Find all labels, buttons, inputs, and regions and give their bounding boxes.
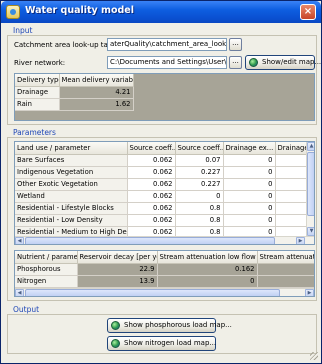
scroll-thumb[interactable] (25, 289, 280, 296)
title-bar[interactable]: Water quality model × (1, 1, 321, 23)
nutrient-name-cell[interactable]: Phosphorous (15, 263, 78, 276)
scroll-right-icon[interactable]: ▶ (305, 289, 314, 296)
scroll-thumb[interactable] (307, 152, 314, 216)
close-button[interactable]: × (300, 4, 316, 20)
table-cell[interactable]: 0 (223, 190, 276, 203)
globe-icon (249, 58, 258, 67)
scroll-right-icon[interactable]: ▶ (296, 237, 305, 244)
scroll-thumb[interactable] (25, 237, 275, 244)
table-cell[interactable]: 13.9 (77, 275, 158, 288)
nutrient-header[interactable]: Nutrient / parameter (15, 251, 78, 264)
table-cell[interactable]: 0.062 (127, 202, 176, 215)
delivery-type-cell[interactable]: Rain (15, 98, 60, 111)
table-cell[interactable]: 0.062 (127, 214, 176, 227)
delivery-type-header[interactable]: Delivery type (15, 74, 60, 87)
table-cell[interactable]: 0 (223, 214, 276, 227)
catchment-label: Catchment area look-up table: (14, 41, 121, 49)
table-cell[interactable]: 0.162 (157, 263, 258, 276)
table-row: Drainage 4.21 (15, 86, 134, 99)
scroll-left-icon[interactable]: ◀ (15, 237, 24, 244)
source-coeff-header[interactable]: Source coeff... (175, 142, 224, 155)
catchment-path-field[interactable]: aterQuality\catchment_area_lookup.dat (107, 38, 227, 51)
globe-icon (111, 339, 120, 348)
land-use-name-cell[interactable]: Residential - Lifestyle Blocks (15, 202, 128, 215)
table-cell[interactable]: 0 (223, 202, 276, 215)
table-row: Phosphorous 22.9 0.162 (15, 263, 314, 276)
window-title: Water quality model (25, 5, 134, 16)
land-use-name-cell[interactable]: Bare Surfaces (15, 154, 128, 167)
table-cell[interactable]: 0.07 (175, 154, 224, 167)
table-row: Residential - Low Density 0.062 0.8 0 (15, 214, 314, 227)
table-row: Nitrogen 13.9 0 (15, 275, 314, 288)
reservoir-decay-header[interactable]: Reservoir decay [per year] (77, 251, 158, 264)
table-row: Wetland 0.062 0 0 (15, 190, 314, 203)
show-phosphorous-map-label: Show phosphorous load map... (124, 321, 232, 329)
table-cell[interactable]: 0 (223, 166, 276, 179)
table-cell[interactable] (257, 263, 314, 276)
show-edit-map-label: Show/edit map... (262, 58, 322, 66)
stream-attenuation-low-header[interactable]: Stream attenuation low flow (157, 251, 258, 264)
stream-attenuation-high-header[interactable]: Stream attenuati (257, 251, 314, 264)
source-coeff-header[interactable]: Source coeff... (127, 142, 176, 155)
table-row: Indigenous Vegetation 0.062 0.227 0 (15, 166, 314, 179)
land-use-name-cell[interactable]: Residential - Low Density (15, 214, 128, 227)
river-network-label: River network: (14, 59, 66, 67)
table-cell[interactable] (257, 275, 314, 288)
catchment-browse-button[interactable]: ... (229, 38, 242, 51)
table-cell[interactable]: 0 (175, 190, 224, 203)
land-use-name-cell[interactable]: Indigenous Vegetation (15, 166, 128, 179)
show-edit-map-button[interactable]: Show/edit map... (245, 55, 321, 70)
river-network-browse-button[interactable]: ... (229, 56, 242, 69)
show-nitrogen-map-label: Show nitrogen load map... (124, 339, 217, 347)
table-cell[interactable]: 0.8 (175, 214, 224, 227)
table-cell[interactable]: 0.062 (127, 178, 176, 191)
show-phosphorous-map-button[interactable]: Show phosphorous load map... (107, 318, 232, 333)
show-nitrogen-map-button[interactable]: Show nitrogen load map... (107, 336, 216, 351)
scroll-left-icon[interactable]: ◀ (15, 289, 24, 296)
nutrient-grid: Nutrient / parameter Reservoir decay [pe… (14, 250, 315, 297)
table-row: Bare Surfaces 0.062 0.07 0 (15, 154, 314, 167)
delivery-value-cell[interactable]: 4.21 (59, 86, 134, 99)
table-cell[interactable]: 0 (157, 275, 258, 288)
nutrient-horizontal-scrollbar[interactable]: ◀ ▶ (15, 288, 314, 296)
input-section-label: Input (13, 26, 33, 35)
app-icon (6, 5, 20, 19)
scroll-up-icon[interactable]: ▲ (307, 142, 314, 151)
land-use-header[interactable]: Land use / parameter (15, 142, 128, 155)
table-cell[interactable]: 0.062 (127, 190, 176, 203)
delivery-type-cell[interactable]: Drainage (15, 86, 60, 99)
window: Water quality model × Input Catchment ar… (0, 0, 322, 364)
table-cell[interactable]: 0 (223, 154, 276, 167)
table-cell[interactable]: 0.227 (175, 166, 224, 179)
table-row: Residential - Lifestyle Blocks 0.062 0.8… (15, 202, 314, 215)
land-use-horizontal-scrollbar[interactable]: ◀ ▶ (15, 236, 314, 244)
table-row: Rain 1.62 (15, 98, 134, 111)
land-use-grid: Land use / parameter Source coeff... Sou… (14, 141, 315, 245)
river-network-path-field[interactable]: C:\Documents and Settings\User\My doc (107, 56, 227, 69)
mean-delivery-header[interactable]: Mean delivery variable (59, 74, 134, 87)
drainage-export-header[interactable]: Drainage ex... (223, 142, 276, 155)
parameters-section-label: Parameters (13, 128, 56, 137)
resize-grip[interactable] (310, 352, 318, 360)
table-cell[interactable]: 0.062 (127, 166, 176, 179)
globe-icon (111, 321, 120, 330)
table-cell[interactable]: 0.062 (127, 154, 176, 167)
land-use-vertical-scrollbar[interactable]: ▲ ▼ (306, 142, 314, 236)
land-use-name-cell[interactable]: Wetland (15, 190, 128, 203)
table-cell[interactable]: 0.227 (175, 178, 224, 191)
table-cell[interactable]: 0.8 (175, 202, 224, 215)
output-section-label: Output (13, 305, 40, 314)
delivery-grid: Delivery type Mean delivery variable Dra… (14, 73, 315, 121)
nutrient-name-cell[interactable]: Nitrogen (15, 275, 78, 288)
scroll-down-icon[interactable]: ▼ (307, 227, 314, 236)
table-cell[interactable]: 22.9 (77, 263, 158, 276)
table-row: Other Exotic Vegetation 0.062 0.227 0 (15, 178, 314, 191)
delivery-value-cell[interactable]: 1.62 (59, 98, 134, 111)
land-use-name-cell[interactable]: Other Exotic Vegetation (15, 178, 128, 191)
table-cell[interactable]: 0 (223, 178, 276, 191)
